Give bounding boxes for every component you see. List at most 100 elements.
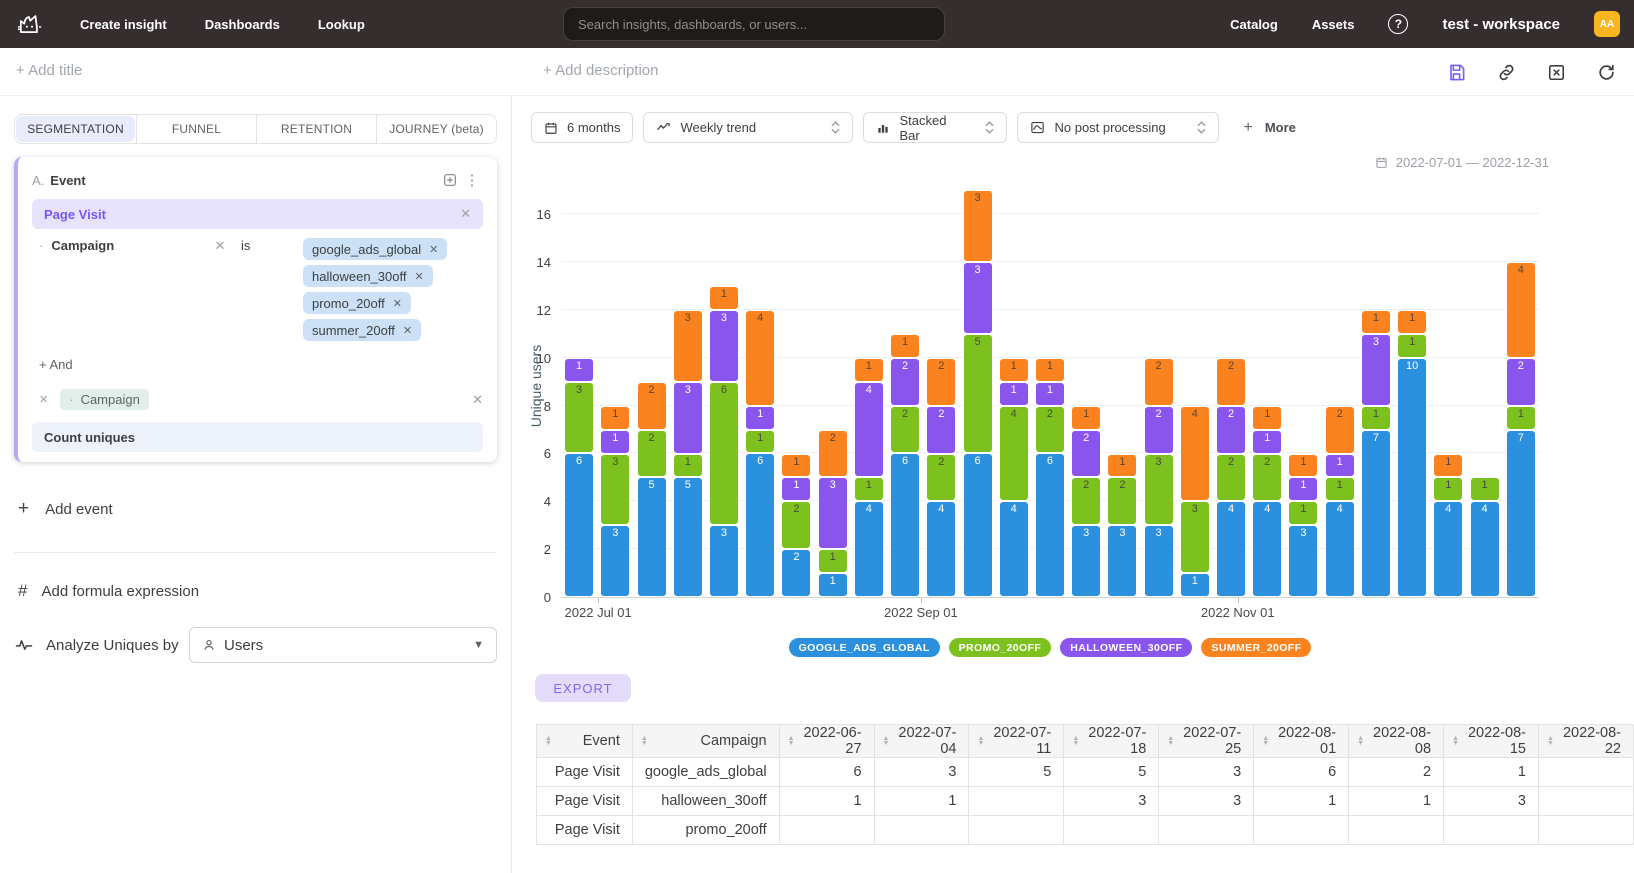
bar-segment-promo_20off[interactable]: 2 bbox=[1107, 477, 1137, 525]
bar-segment-halloween_30off[interactable]: 1 bbox=[600, 430, 630, 454]
sort-icon[interactable]: ▲▼ bbox=[1547, 737, 1554, 746]
bar-segment-google_ads_global[interactable]: 3 bbox=[709, 525, 739, 597]
bar-segment-halloween_30off[interactable]: 1 bbox=[999, 382, 1029, 406]
add-formula-button[interactable]: # Add formula expression bbox=[18, 581, 199, 601]
duplicate-event-icon[interactable] bbox=[439, 169, 461, 191]
remove-event-icon[interactable]: ✕ bbox=[460, 206, 471, 222]
legend-item-google_ads_global[interactable]: GOOGLE_ADS_GLOBAL bbox=[789, 638, 940, 657]
avatar[interactable]: AA bbox=[1594, 11, 1620, 37]
bar-segment-promo_20off[interactable]: 1 bbox=[1288, 501, 1318, 525]
filter-value-chip[interactable]: halloween_30off✕ bbox=[303, 265, 433, 287]
bar-segment-google_ads_global[interactable]: 4 bbox=[1433, 501, 1463, 597]
analyze-by-select[interactable]: Users ▼ bbox=[189, 627, 497, 663]
tab-funnel[interactable]: FUNNEL bbox=[136, 115, 257, 143]
bar-segment-google_ads_global[interactable]: 6 bbox=[1035, 453, 1065, 597]
bar-segment-google_ads_global[interactable]: 3 bbox=[1288, 525, 1318, 597]
add-event-button[interactable]: + Add event bbox=[18, 498, 113, 520]
chart-type-select[interactable]: Stacked Bar bbox=[863, 112, 1007, 143]
sort-icon[interactable]: ▲▼ bbox=[1262, 737, 1269, 746]
bar-segment-halloween_30off[interactable]: 4 bbox=[854, 382, 884, 478]
bar-segment-halloween_30off[interactable]: 2 bbox=[890, 358, 920, 406]
bar-segment-halloween_30off[interactable]: 3 bbox=[1361, 334, 1391, 406]
bar-segment-promo_20off[interactable]: 1 bbox=[1361, 406, 1391, 430]
bar-segment-halloween_30off[interactable]: 1 bbox=[564, 358, 594, 382]
refresh-icon[interactable] bbox=[1592, 58, 1620, 86]
bar-segment-promo_20off[interactable]: 2 bbox=[1035, 406, 1065, 454]
sort-icon[interactable]: ▲▼ bbox=[545, 737, 552, 746]
nav-dashboards[interactable]: Dashboards bbox=[205, 17, 280, 32]
bar-segment-halloween_30off[interactable]: 2 bbox=[1144, 406, 1174, 454]
sort-icon[interactable]: ▲▼ bbox=[977, 737, 984, 746]
bar-segment-google_ads_global[interactable]: 7 bbox=[1361, 430, 1391, 597]
add-description-field[interactable]: + Add description bbox=[543, 62, 659, 79]
column-header[interactable]: ▲▼2022-07-25 bbox=[1159, 725, 1254, 758]
bar-segment-summer_20off[interactable]: 1 bbox=[1433, 454, 1463, 478]
copy-link-icon[interactable] bbox=[1492, 58, 1520, 86]
bar-segment-summer_20off[interactable]: 1 bbox=[890, 334, 920, 358]
more-button[interactable]: + More bbox=[1243, 119, 1295, 137]
bar-segment-google_ads_global[interactable]: 2 bbox=[781, 549, 811, 597]
legend-item-summer_20off[interactable]: SUMMER_20OFF bbox=[1201, 638, 1311, 657]
bar-segment-google_ads_global[interactable]: 10 bbox=[1397, 358, 1427, 597]
nav-create-insight[interactable]: Create insight bbox=[80, 17, 167, 32]
bar-segment-summer_20off[interactable]: 1 bbox=[709, 286, 739, 310]
post-processing-select[interactable]: No post processing bbox=[1017, 112, 1219, 143]
bar-segment-google_ads_global[interactable]: 1 bbox=[818, 573, 848, 597]
bar-segment-halloween_30off[interactable]: 1 bbox=[1325, 454, 1355, 478]
sort-icon[interactable]: ▲▼ bbox=[1072, 737, 1079, 746]
column-header[interactable]: ▲▼2022-08-15 bbox=[1444, 725, 1539, 758]
bar-segment-halloween_30off[interactable]: 3 bbox=[673, 382, 703, 454]
tab-retention[interactable]: RETENTION bbox=[257, 115, 377, 143]
bar-segment-summer_20off[interactable]: 4 bbox=[1506, 262, 1536, 358]
bar-segment-promo_20off[interactable]: 1 bbox=[1433, 477, 1463, 501]
bar-segment-google_ads_global[interactable]: 4 bbox=[926, 501, 956, 597]
bar-segment-summer_20off[interactable]: 1 bbox=[1397, 310, 1427, 334]
bar-segment-promo_20off[interactable]: 2 bbox=[890, 406, 920, 454]
bar-segment-summer_20off[interactable]: 1 bbox=[1107, 454, 1137, 478]
bar-segment-summer_20off[interactable]: 3 bbox=[673, 310, 703, 382]
bar-segment-promo_20off[interactable]: 2 bbox=[1071, 477, 1101, 525]
workspace-name[interactable]: test - workspace bbox=[1442, 16, 1560, 33]
bar-segment-promo_20off[interactable]: 2 bbox=[1216, 454, 1246, 502]
bar-segment-halloween_30off[interactable]: 2 bbox=[926, 406, 956, 454]
column-header[interactable]: ▲▼2022-07-11 bbox=[969, 725, 1064, 758]
export-button[interactable]: EXPORT bbox=[535, 674, 631, 702]
filter-operator[interactable]: is bbox=[241, 238, 303, 253]
bar-segment-promo_20off[interactable]: 1 bbox=[1325, 477, 1355, 501]
bar-segment-google_ads_global[interactable]: 6 bbox=[564, 453, 594, 597]
column-header[interactable]: ▲▼Campaign bbox=[632, 725, 779, 758]
bar-segment-google_ads_global[interactable]: 4 bbox=[999, 501, 1029, 597]
bar-segment-summer_20off[interactable]: 3 bbox=[963, 190, 993, 262]
remove-filter-icon[interactable]: ✕ bbox=[207, 238, 233, 254]
bar-segment-promo_20off[interactable]: 1 bbox=[818, 549, 848, 573]
bar-segment-google_ads_global[interactable]: 3 bbox=[1144, 525, 1174, 597]
close-icon[interactable] bbox=[1542, 58, 1570, 86]
bar-segment-promo_20off[interactable]: 3 bbox=[1144, 454, 1174, 526]
filter-value-chip[interactable]: summer_20off✕ bbox=[303, 319, 421, 341]
remove-breakdown-icon[interactable]: ✕ bbox=[39, 393, 48, 406]
bar-segment-halloween_30off[interactable]: 1 bbox=[1288, 477, 1318, 501]
clear-breakdown-icon[interactable]: ✕ bbox=[472, 392, 483, 408]
bar-segment-promo_20off[interactable]: 3 bbox=[1180, 501, 1210, 573]
bar-segment-halloween_30off[interactable]: 2 bbox=[1216, 406, 1246, 454]
bar-segment-summer_20off[interactable]: 2 bbox=[1144, 358, 1174, 406]
bar-segment-google_ads_global[interactable]: 5 bbox=[673, 477, 703, 597]
event-menu-icon[interactable]: ⋮ bbox=[461, 169, 483, 191]
bar-segment-google_ads_global[interactable]: 4 bbox=[1216, 501, 1246, 597]
bar-segment-promo_20off[interactable]: 1 bbox=[854, 477, 884, 501]
bar-segment-promo_20off[interactable]: 2 bbox=[637, 430, 667, 478]
column-header[interactable]: ▲▼2022-07-04 bbox=[874, 725, 969, 758]
bar-segment-google_ads_global[interactable]: 1 bbox=[1180, 573, 1210, 597]
bar-segment-summer_20off[interactable]: 1 bbox=[1071, 406, 1101, 430]
bar-segment-halloween_30off[interactable]: 3 bbox=[709, 310, 739, 382]
search-input[interactable] bbox=[563, 7, 945, 41]
bar-segment-halloween_30off[interactable]: 2 bbox=[1506, 358, 1536, 406]
bar-segment-summer_20off[interactable]: 4 bbox=[745, 310, 775, 406]
bar-segment-summer_20off[interactable]: 1 bbox=[854, 358, 884, 382]
aggregation-selector[interactable]: Count uniques bbox=[32, 422, 483, 452]
column-header[interactable]: ▲▼2022-06-27 bbox=[779, 725, 874, 758]
bar-segment-summer_20off[interactable]: 1 bbox=[999, 358, 1029, 382]
column-header[interactable]: ▲▼2022-08-08 bbox=[1349, 725, 1444, 758]
bar-segment-google_ads_global[interactable]: 6 bbox=[745, 453, 775, 597]
filter-value-chip[interactable]: promo_20off✕ bbox=[303, 292, 411, 314]
